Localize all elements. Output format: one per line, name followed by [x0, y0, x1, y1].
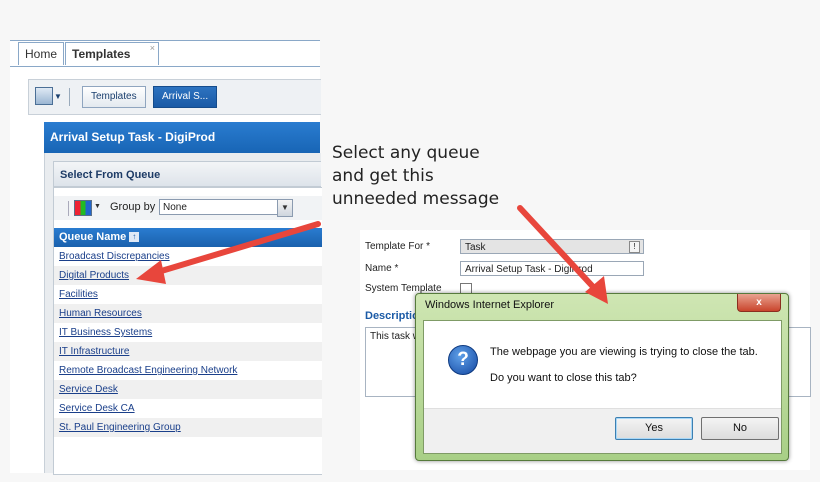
- close-tab-dialog: Windows Internet Explorer x ? The webpag…: [415, 293, 789, 461]
- annotation-line: unneeded message: [332, 189, 500, 209]
- tab-templates-label: Templates: [72, 47, 131, 61]
- task-header: Arrival Setup Task - DigiProd: [44, 122, 320, 153]
- tab-bar: Home Templates ×: [10, 41, 320, 67]
- name-value: Arrival Setup Task - DigiProd: [465, 264, 593, 275]
- queue-link[interactable]: Digital Products: [59, 270, 129, 281]
- layout-icon[interactable]: [35, 87, 53, 105]
- description-value: This task w: [370, 331, 421, 342]
- app-panel: Home Templates × ▼ Templates Arrival S..…: [10, 40, 322, 475]
- annotation-text: Select any queue and get this unneeded m…: [332, 142, 499, 211]
- queue-link[interactable]: IT Business Systems: [59, 327, 152, 338]
- grid-view-icon[interactable]: [74, 200, 92, 216]
- dialog-body: ? The webpage you are viewing is trying …: [423, 320, 782, 454]
- dropdown-arrow-icon[interactable]: ▼: [54, 92, 62, 101]
- table-row[interactable]: Remote Broadcast Engineering Network: [54, 361, 322, 380]
- group-by-select[interactable]: None ▼: [159, 199, 293, 217]
- toolbar-divider: [69, 88, 70, 106]
- no-button[interactable]: No: [701, 417, 779, 440]
- filter-divider: [68, 201, 69, 216]
- lookup-icon[interactable]: !: [629, 241, 640, 253]
- tab-templates[interactable]: Templates ×: [65, 42, 159, 65]
- group-by-value: None: [163, 202, 187, 213]
- dialog-title: Windows Internet Explorer: [425, 299, 554, 311]
- queue-grid: ▼ Group by None ▼ Queue Name ↑ Broadcast …: [53, 187, 322, 475]
- table-row[interactable]: St. Paul Engineering Group: [54, 418, 322, 437]
- templates-button[interactable]: Templates: [82, 86, 146, 108]
- annotation-line: and get this: [332, 166, 434, 186]
- tab-close-icon[interactable]: ×: [150, 37, 155, 59]
- template-for-field[interactable]: Task !: [460, 239, 644, 254]
- table-row[interactable]: IT Infrastructure: [54, 342, 322, 361]
- chevron-down-icon[interactable]: ▼: [277, 199, 293, 217]
- sort-icon[interactable]: ↑: [129, 232, 140, 242]
- dialog-question: Do you want to close this tab?: [490, 372, 637, 384]
- queue-list: Broadcast Discrepancies Digital Products…: [54, 247, 322, 437]
- name-label: Name *: [365, 263, 399, 274]
- dialog-message: The webpage you are viewing is trying to…: [490, 346, 758, 358]
- table-row[interactable]: Facilities: [54, 285, 322, 304]
- queue-link[interactable]: Service Desk CA: [59, 403, 135, 414]
- queue-link[interactable]: Service Desk: [59, 384, 118, 395]
- queue-link[interactable]: IT Infrastructure: [59, 346, 129, 357]
- dialog-footer: Yes No: [424, 408, 781, 453]
- table-row[interactable]: Service Desk CA: [54, 399, 322, 418]
- toolbar: ▼ Templates Arrival S...: [28, 79, 321, 115]
- table-row[interactable]: Digital Products: [54, 266, 322, 285]
- table-row[interactable]: IT Business Systems: [54, 323, 322, 342]
- annotation-line: Select any queue: [332, 143, 480, 163]
- queue-panel-title: Select From Queue: [53, 161, 321, 187]
- close-icon[interactable]: x: [737, 294, 781, 312]
- tab-home[interactable]: Home: [18, 42, 65, 65]
- queue-name-column-header[interactable]: Queue Name ↑: [54, 228, 322, 247]
- queue-link[interactable]: Facilities: [59, 289, 98, 300]
- arrival-setup-button[interactable]: Arrival S...: [153, 86, 218, 108]
- queue-link[interactable]: Remote Broadcast Engineering Network: [59, 365, 237, 376]
- select-queue-panel: Select From Queue ▼ Group by None ▼ Queu…: [44, 153, 322, 475]
- tab-home-label: Home: [25, 47, 58, 61]
- filter-bar: ▼ Group by None ▼: [54, 196, 322, 220]
- table-row[interactable]: Human Resources: [54, 304, 322, 323]
- group-by-label: Group by: [110, 201, 156, 213]
- name-field[interactable]: Arrival Setup Task - DigiProd: [460, 261, 644, 276]
- queue-link[interactable]: Broadcast Discrepancies: [59, 251, 170, 262]
- grid-view-dropdown-icon[interactable]: ▼: [94, 203, 101, 210]
- queue-link[interactable]: St. Paul Engineering Group: [59, 422, 181, 433]
- yes-button[interactable]: Yes: [615, 417, 693, 440]
- template-for-value: Task: [465, 242, 486, 253]
- queue-link[interactable]: Human Resources: [59, 308, 142, 319]
- question-icon: ?: [448, 345, 478, 375]
- queue-name-header-label: Queue Name: [59, 231, 127, 243]
- template-for-label: Template For *: [365, 241, 431, 252]
- table-row[interactable]: Broadcast Discrepancies: [54, 247, 322, 266]
- table-row[interactable]: Service Desk: [54, 380, 322, 399]
